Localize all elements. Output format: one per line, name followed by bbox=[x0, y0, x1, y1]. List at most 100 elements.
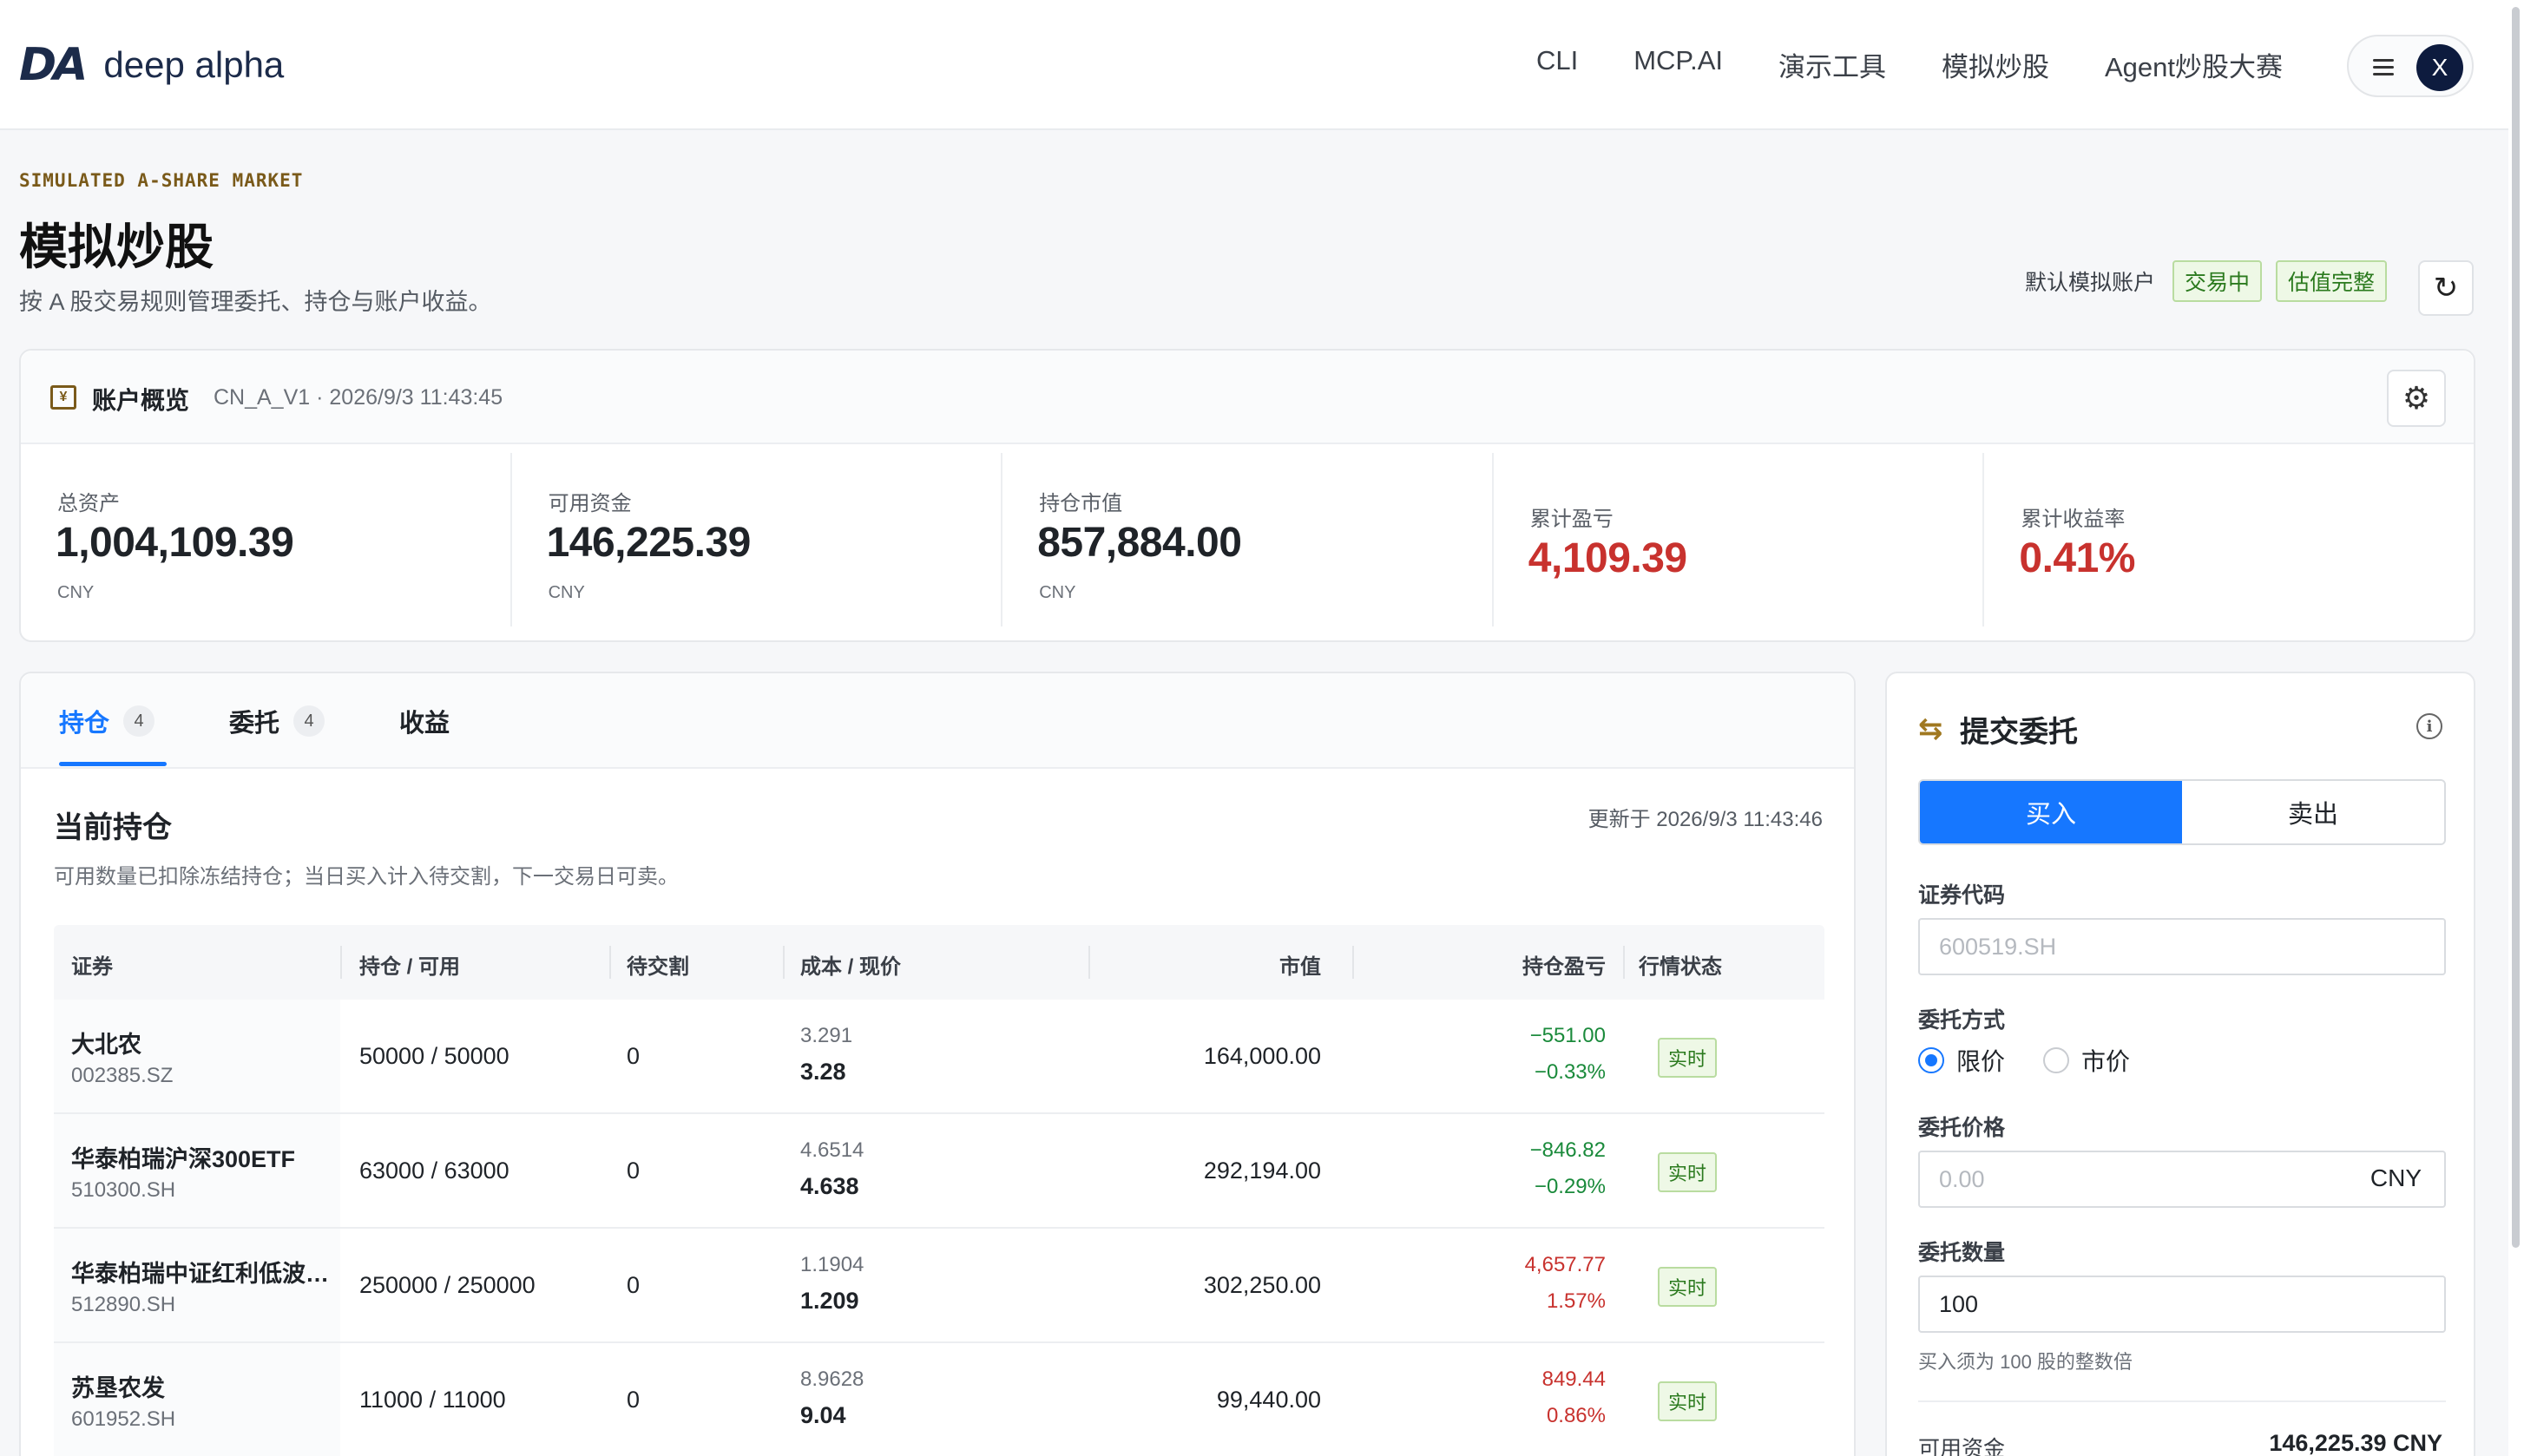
pending-qty: 0 bbox=[627, 1272, 641, 1298]
limit-order-label[interactable]: 限价 bbox=[1956, 1043, 2005, 1078]
column-header[interactable]: 证券 bbox=[71, 949, 113, 980]
position-pnl-pct: −0.33% bbox=[1534, 1060, 1606, 1084]
metric-value: 146,225.39 bbox=[546, 520, 752, 566]
position-pnl-pct: −0.29% bbox=[1534, 1175, 1606, 1198]
metric-value: 1,004,109.39 bbox=[56, 520, 294, 566]
table-row[interactable]: 华泰柏瑞沪深300ETF 510300.SH 63000 / 63000 0 4… bbox=[54, 1114, 1824, 1229]
tab-count-badge: 4 bbox=[123, 705, 155, 737]
nav-sim-trading[interactable]: 模拟炒股 bbox=[1942, 45, 2049, 84]
holding-qty: 11000 / 11000 bbox=[359, 1387, 506, 1413]
nav-agent-contest[interactable]: Agent炒股大赛 bbox=[2105, 45, 2283, 84]
info-icon[interactable]: i bbox=[2416, 713, 2442, 739]
tab-holdings[interactable]: 持仓 4 bbox=[59, 703, 155, 739]
market-order-radio[interactable] bbox=[2043, 1047, 2070, 1073]
column-header[interactable]: 行情状态 bbox=[1639, 949, 1722, 980]
tab-returns[interactable]: 收益 bbox=[399, 703, 450, 739]
current-price: 4.638 bbox=[800, 1173, 859, 1199]
order-qty-hint: 买入须为 100 股的整数倍 bbox=[1918, 1351, 2133, 1373]
market-order-label[interactable]: 市价 bbox=[2081, 1043, 2130, 1078]
column-header[interactable]: 成本 / 现价 bbox=[800, 949, 901, 980]
order-qty-label: 委托数量 bbox=[1918, 1241, 2006, 1265]
column-header[interactable]: 持仓盈亏 bbox=[1522, 949, 1606, 980]
page-eyebrow: SIMULATED A-SHARE MARKET bbox=[19, 170, 304, 191]
pending-qty: 0 bbox=[627, 1387, 641, 1413]
metric-unit: CNY bbox=[1039, 583, 1076, 602]
metric-label: 累计收益率 bbox=[2021, 508, 2126, 531]
metric-value: 0.41% bbox=[2019, 535, 2135, 581]
order-price-label: 委托价格 bbox=[1918, 1116, 2006, 1140]
order-type-label: 委托方式 bbox=[1918, 1008, 2006, 1033]
account-overview-title: 账户概览 bbox=[92, 387, 190, 414]
logo[interactable]: DA deep alpha bbox=[19, 39, 285, 91]
nav-cli[interactable]: CLI bbox=[1536, 45, 1578, 84]
order-panel: ⇆ 提交委托 i 买入 卖出 证券代码 委托方式 限价 市价 委托价格 CNY … bbox=[1885, 672, 2475, 1456]
updated-timestamp: 更新于 2026/9/3 11:43:46 bbox=[1587, 808, 1823, 831]
market-value: 99,440.00 bbox=[1216, 1387, 1321, 1413]
divider bbox=[1918, 1400, 2446, 1402]
metric-unit: CNY bbox=[57, 583, 95, 602]
page-scrollbar[interactable] bbox=[2508, 0, 2524, 1456]
metric-value: 4,109.39 bbox=[1528, 535, 1687, 581]
quote-status-badge: 实时 bbox=[1658, 1267, 1718, 1307]
security-code-input[interactable] bbox=[1918, 918, 2446, 975]
market-value: 292,194.00 bbox=[1203, 1158, 1321, 1184]
logo-mark: DA bbox=[19, 39, 88, 91]
table-row[interactable]: 苏垦农发 601952.SH 11000 / 11000 0 8.9628 9.… bbox=[54, 1343, 1824, 1456]
security-name[interactable]: 苏垦农发 bbox=[71, 1369, 332, 1403]
position-pnl-pct: 0.86% bbox=[1546, 1404, 1606, 1427]
holding-qty: 63000 / 63000 bbox=[359, 1158, 509, 1184]
metric-available-cash: 可用资金 146,225.39 CNY bbox=[512, 453, 1003, 626]
order-qty-input[interactable] bbox=[1918, 1276, 2446, 1333]
order-price-input[interactable] bbox=[1918, 1151, 2446, 1208]
security-code-label: 证券代码 bbox=[1918, 883, 2006, 908]
table-row[interactable]: 大北农 002385.SZ 50000 / 50000 0 3.291 3.28… bbox=[54, 1000, 1824, 1114]
security-name[interactable]: 华泰柏瑞沪深300ETF bbox=[71, 1140, 332, 1174]
positions-tabs: 持仓 4 委托 4 收益 bbox=[21, 673, 1854, 769]
refresh-button[interactable]: ↻ bbox=[2418, 260, 2474, 316]
tab-label: 持仓 bbox=[59, 710, 110, 738]
metric-label: 总资产 bbox=[57, 492, 120, 515]
user-menu-button[interactable]: X bbox=[2347, 35, 2474, 97]
holding-qty: 50000 / 50000 bbox=[359, 1043, 509, 1069]
account-name: 默认模拟账户 bbox=[2024, 271, 2155, 295]
hamburger-menu-icon bbox=[2373, 59, 2394, 75]
position-pnl: 4,657.77 bbox=[1524, 1253, 1606, 1276]
position-pnl: −846.82 bbox=[1529, 1138, 1606, 1162]
security-name[interactable]: 大北农 bbox=[71, 1026, 332, 1059]
top-header: DA deep alpha CLI MCP.AI 演示工具 模拟炒股 Agent… bbox=[0, 0, 2508, 130]
security-name[interactable]: 华泰柏瑞中证红利低波… bbox=[71, 1255, 332, 1289]
avatar: X bbox=[2416, 44, 2463, 91]
account-overview-header: ¥ 账户概览 CN_A_V1 · 2026/9/3 11:43:45 ⚙ bbox=[21, 351, 2474, 444]
table-header: 证券 持仓 / 可用 待交割 成本 / 现价 市值 持仓盈亏 行情状态 bbox=[54, 925, 1824, 1000]
nav-demo-tools[interactable]: 演示工具 bbox=[1778, 45, 1886, 84]
buy-button[interactable]: 买入 bbox=[1920, 781, 2182, 843]
settings-button[interactable]: ⚙ bbox=[2387, 370, 2446, 427]
column-header[interactable]: 市值 bbox=[1279, 949, 1321, 980]
cost-price: 4.6514 bbox=[800, 1138, 864, 1162]
gear-icon: ⚙ bbox=[2402, 380, 2431, 416]
available-cash-value: 146,225.39 CNY bbox=[2269, 1430, 2442, 1456]
scrollbar-thumb[interactable] bbox=[2512, 7, 2520, 1248]
market-value: 302,250.00 bbox=[1203, 1272, 1321, 1298]
cost-price: 1.1904 bbox=[800, 1253, 864, 1276]
tab-label: 收益 bbox=[399, 710, 450, 738]
positions-card: 持仓 4 委托 4 收益 当前持仓 可用数量已扣除冻结持仓；当日买入计入待交割，… bbox=[19, 672, 1856, 1456]
tab-orders[interactable]: 委托 4 bbox=[229, 703, 325, 739]
table-row[interactable]: 华泰柏瑞中证红利低波… 512890.SH 250000 / 250000 0 … bbox=[54, 1229, 1824, 1343]
column-header[interactable]: 持仓 / 可用 bbox=[359, 949, 460, 980]
quote-status-badge: 实时 bbox=[1658, 1381, 1718, 1421]
account-status: 默认模拟账户 交易中 估值完整 bbox=[2025, 260, 2387, 302]
column-header[interactable]: 待交割 bbox=[627, 949, 689, 980]
limit-order-radio[interactable] bbox=[1918, 1047, 1944, 1073]
nav-mcp-ai[interactable]: MCP.AI bbox=[1633, 45, 1723, 84]
page-subtitle: 按 A 股交易规则管理委托、持仓与账户收益。 bbox=[19, 289, 492, 315]
metric-label: 可用资金 bbox=[548, 492, 632, 515]
position-pnl-pct: 1.57% bbox=[1546, 1289, 1606, 1313]
position-pnl: 849.44 bbox=[1541, 1367, 1606, 1391]
main-nav: CLI MCP.AI 演示工具 模拟炒股 Agent炒股大赛 bbox=[1536, 45, 2283, 84]
pending-qty: 0 bbox=[627, 1158, 641, 1184]
sell-button[interactable]: 卖出 bbox=[2182, 781, 2444, 843]
logo-text: deep alpha bbox=[103, 44, 285, 85]
holding-qty: 250000 / 250000 bbox=[359, 1272, 536, 1298]
position-pnl: −551.00 bbox=[1529, 1024, 1606, 1047]
